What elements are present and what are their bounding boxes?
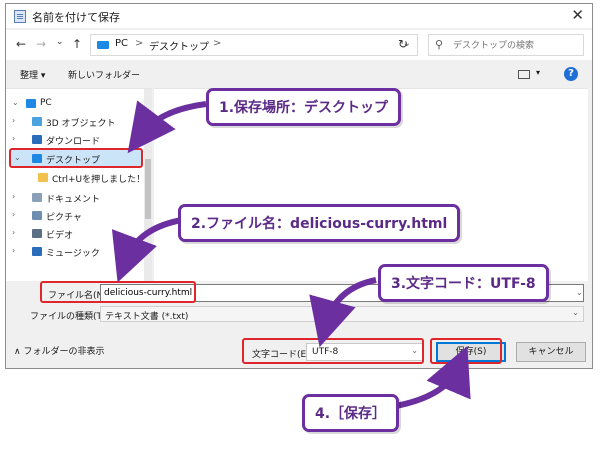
- recent-locations-chevron-icon[interactable]: ⌄: [56, 37, 64, 47]
- music-icon: [32, 247, 42, 256]
- forward-arrow-icon[interactable]: →: [36, 37, 46, 51]
- window-title: 名前を付けて保存: [32, 11, 120, 24]
- close-icon[interactable]: ✕: [571, 6, 584, 24]
- tree-item-videos[interactable]: › ビデオ: [6, 225, 142, 243]
- chevron-right-icon[interactable]: ›: [12, 228, 15, 237]
- tree-item-documents[interactable]: › ドキュメント: [6, 189, 142, 207]
- desktop-icon: [32, 154, 42, 163]
- tree-item-music[interactable]: › ミュージック: [6, 243, 142, 261]
- navigation-pane: ⌄ PC › 3D オブジェクト › ダウンロード ⌄ デスクトップ Ctrl+…: [6, 88, 152, 281]
- chevron-down-icon[interactable]: ⌄: [572, 308, 579, 317]
- breadcrumb-separator-icon[interactable]: >: [135, 38, 143, 49]
- tree-item-pictures[interactable]: › ピクチャ: [6, 207, 142, 225]
- tree-item-label: 3D オブジェクト: [46, 119, 116, 129]
- pc-icon: [97, 41, 109, 49]
- callout-step4: 4.［保存］: [302, 394, 400, 432]
- scrollbar-thumb[interactable]: [145, 159, 151, 219]
- folder-icon: [38, 173, 48, 182]
- tree-item-3d-objects[interactable]: › 3D オブジェクト: [6, 113, 142, 131]
- breadcrumb-pc[interactable]: PC: [115, 38, 128, 49]
- breadcrumb-separator-icon[interactable]: >: [213, 38, 221, 49]
- tree-item-label: ダウンロード: [46, 137, 101, 147]
- tree-item-label: デスクトップ: [46, 156, 101, 166]
- encoding-value: UTF-8: [312, 347, 339, 357]
- help-icon[interactable]: ?: [564, 67, 578, 81]
- chevron-down-icon[interactable]: ⌄: [12, 98, 19, 107]
- documents-icon: [32, 193, 42, 202]
- videos-icon: [32, 229, 42, 238]
- filename-dropdown-icon[interactable]: ⌄: [576, 288, 583, 297]
- filetype-label: ファイルの種類(T):: [30, 312, 109, 322]
- tree-item-label: PC: [40, 98, 52, 108]
- tree-item-label: ピクチャ: [46, 213, 82, 223]
- refresh-icon[interactable]: ↻: [398, 37, 408, 51]
- chevron-right-icon[interactable]: ›: [12, 192, 15, 201]
- tree-item-label: ドキュメント: [46, 195, 101, 205]
- callout-step3: 3.文字コード：UTF-8: [378, 264, 549, 302]
- encoding-label: 文字コード(E):: [252, 350, 313, 360]
- back-arrow-icon[interactable]: ←: [16, 37, 26, 51]
- title-bar: 名前を付けて保存 ✕: [6, 4, 592, 28]
- tree-item-downloads[interactable]: › ダウンロード: [6, 131, 142, 149]
- new-folder-button[interactable]: 新しいフォルダー: [68, 68, 140, 81]
- chevron-right-icon[interactable]: ›: [12, 134, 15, 143]
- search-box[interactable]: ⚲: [428, 34, 584, 56]
- chevron-up-icon: ∧: [14, 347, 21, 357]
- hide-folders-button[interactable]: ∧ フォルダーの非表示: [14, 344, 104, 357]
- tree-item-label: ミュージック: [46, 249, 100, 259]
- address-bar[interactable]: PC > デスクトップ > ⌄: [90, 34, 418, 56]
- arrow-step4: [395, 345, 471, 409]
- filetype-select[interactable]: テキスト文書 (*.txt) ⌄: [100, 306, 584, 322]
- tree-item-desktop[interactable]: ⌄ デスクトップ: [9, 148, 143, 168]
- callout-step1: 1.保存場所：デスクトップ: [206, 88, 402, 126]
- up-arrow-icon[interactable]: ↑: [72, 37, 82, 51]
- save-button[interactable]: 保存(S): [436, 342, 506, 362]
- cancel-button[interactable]: キャンセル: [516, 342, 586, 362]
- tree-item-folder[interactable]: Ctrl+Uを押しました！: [6, 169, 146, 187]
- navigation-pane-scrollbar[interactable]: [144, 89, 152, 281]
- view-dropdown-icon[interactable]: ▾: [536, 68, 540, 77]
- filetype-value: テキスト文書 (*.txt): [105, 312, 189, 322]
- breadcrumb-desktop[interactable]: デスクトップ: [149, 38, 209, 53]
- tree-item-label: Ctrl+Uを押しました！: [52, 175, 146, 185]
- search-input[interactable]: [451, 37, 583, 55]
- chevron-down-icon[interactable]: ⌄: [14, 153, 21, 162]
- save-as-dialog: 名前を付けて保存 ✕ ← → ⌄ ↑ PC > デスクトップ > ⌄ ↻ ⚲ 整…: [5, 3, 593, 369]
- 3d-objects-icon: [32, 117, 42, 126]
- tree-item-pc[interactable]: ⌄ PC: [6, 95, 142, 113]
- pictures-icon: [32, 211, 42, 220]
- view-options-icon[interactable]: [518, 70, 530, 79]
- chevron-right-icon[interactable]: ›: [12, 246, 15, 255]
- callout-step2: 2.ファイル名：delicious-curry.html: [178, 204, 461, 242]
- command-bar: 整理 ▾ 新しいフォルダー ▾ ?: [6, 62, 592, 86]
- chevron-right-icon[interactable]: ›: [12, 116, 15, 125]
- tree-item-label: ビデオ: [46, 231, 74, 241]
- search-icon: ⚲: [435, 38, 444, 51]
- organize-button[interactable]: 整理 ▾: [20, 68, 45, 81]
- pc-icon: [26, 99, 36, 108]
- hide-folders-label: フォルダーの非表示: [23, 347, 105, 357]
- download-icon: [32, 135, 42, 144]
- chevron-down-icon[interactable]: ⌄: [411, 346, 418, 355]
- navigation-row: ← → ⌄ ↑ PC > デスクトップ > ⌄ ↻ ⚲: [6, 30, 592, 60]
- chevron-right-icon[interactable]: ›: [12, 210, 15, 219]
- encoding-select[interactable]: UTF-8 ⌄: [306, 343, 424, 361]
- notepad-icon: [14, 10, 26, 23]
- dialog-footer: ∧ フォルダーの非表示 文字コード(E): UTF-8 ⌄ 保存(S) キャンセ…: [6, 334, 592, 368]
